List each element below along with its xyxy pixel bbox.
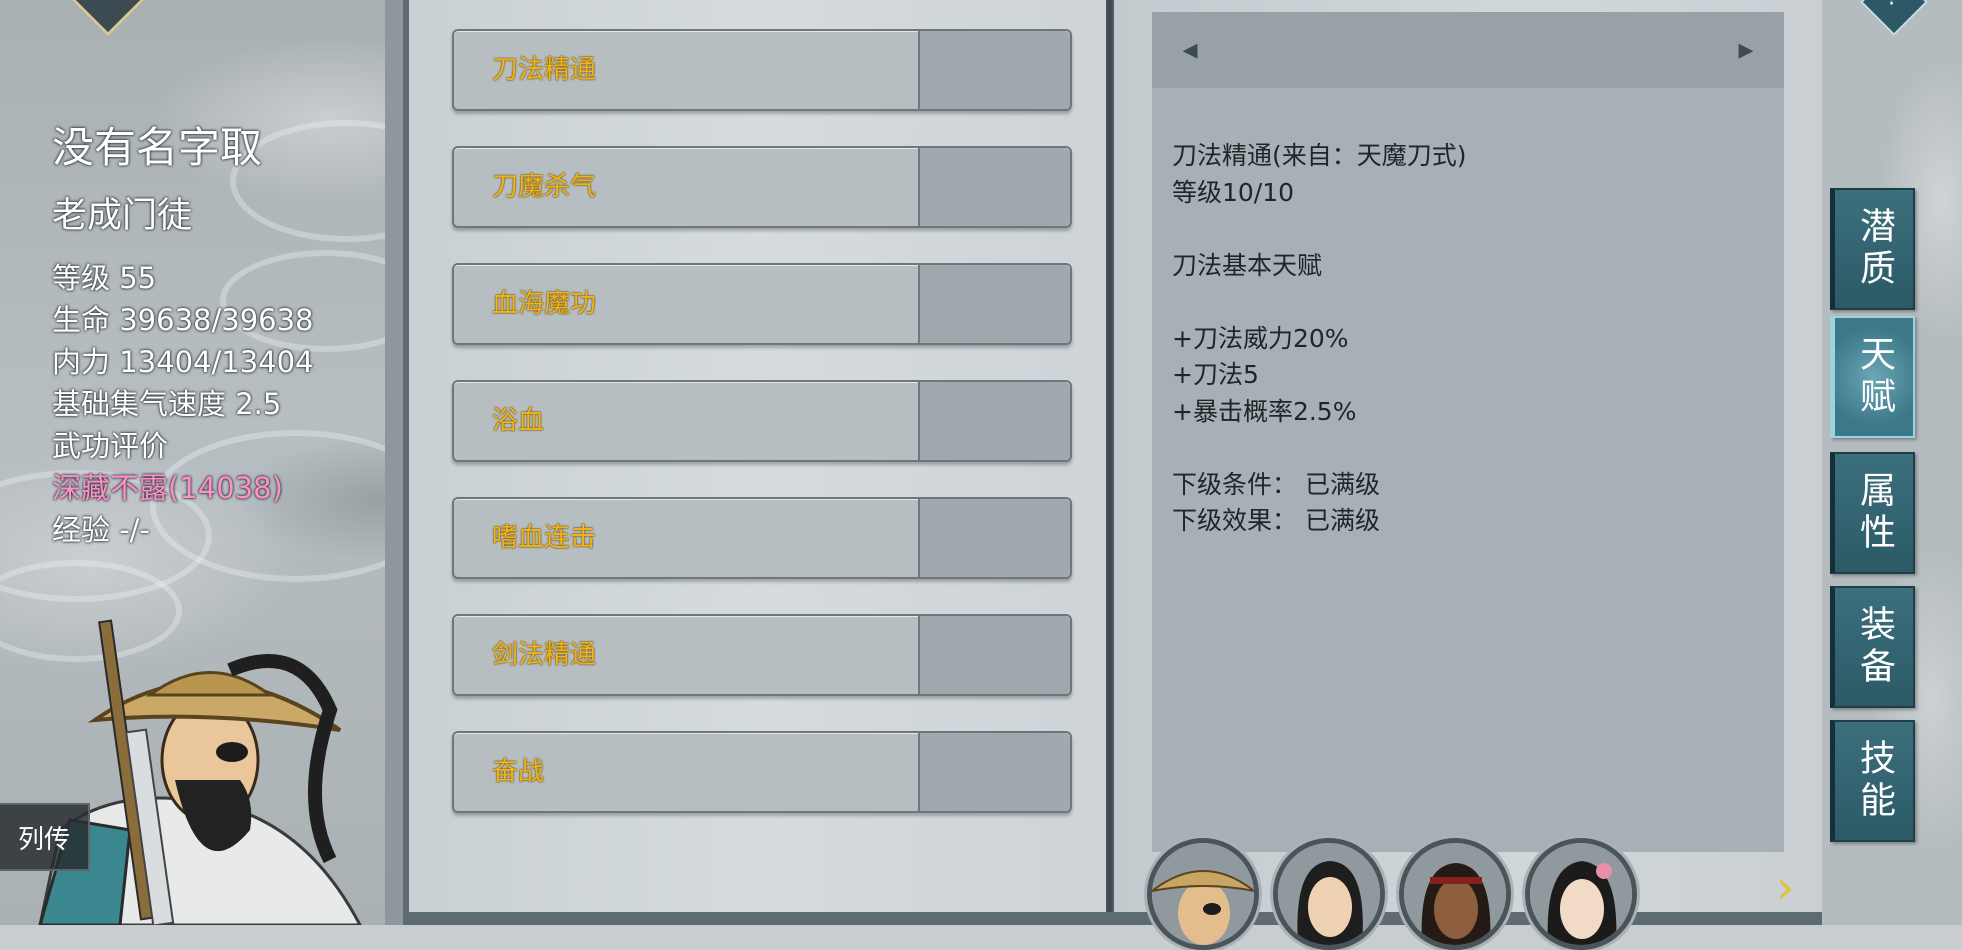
talent-slot <box>918 31 1070 109</box>
party-member-portrait[interactable] <box>1147 838 1259 950</box>
talent-item[interactable]: 浴血 <box>452 380 1072 462</box>
detail-header: ◂ ▸ <box>1152 12 1784 88</box>
talent-slot <box>918 265 1070 343</box>
talent-detail-panel: ◂ ▸ 刀法精通(来自：天魔刀式) 等级10/10 刀法基本天赋 +刀法威力20… <box>1152 12 1784 852</box>
tab-equipment[interactable]: 装备 <box>1830 586 1915 708</box>
help-glyph: ? <box>1886 0 1898 11</box>
prev-arrow-icon[interactable]: ◂ <box>1172 32 1208 68</box>
party-member-portrait[interactable] <box>1399 838 1511 950</box>
rating-label: 武功评价 <box>52 429 169 463</box>
detail-spacer <box>1172 284 1762 321</box>
talent-name: 嗜血连击 <box>492 523 597 553</box>
detail-text: 刀法精通(来自：天魔刀式) 等级10/10 刀法基本天赋 +刀法威力20% +刀… <box>1172 138 1762 540</box>
talent-name: 刀法精通 <box>492 55 597 85</box>
party-member-portrait[interactable] <box>1525 838 1637 950</box>
next-arrow-icon[interactable]: ▸ <box>1728 32 1764 68</box>
talent-item[interactable]: 剑法精通 <box>452 614 1072 696</box>
tab-label: 技能 <box>1854 739 1895 823</box>
talent-name: 刀魔杀气 <box>492 172 597 202</box>
hp-text: 生命 39638/39638 <box>52 303 314 337</box>
party-member-avatar <box>1404 843 1506 945</box>
detail-next-condition: 下级条件： 已满级 <box>1172 469 1380 499</box>
rating-value: 深藏不露(14038) <box>52 471 283 505</box>
tab-potential[interactable]: 潜质 <box>1830 188 1915 310</box>
detail-next-effect: 下级效果： 已满级 <box>1172 506 1380 535</box>
detail-title: 刀法精通(来自：天魔刀式) <box>1172 141 1467 170</box>
talent-item[interactable]: 奋战 <box>452 731 1072 813</box>
qi-speed-text: 基础集气速度 2.5 <box>52 387 282 421</box>
party-member-avatar <box>1278 843 1380 945</box>
party-member-avatar <box>1152 843 1254 945</box>
detail-category: 刀法基本天赋 <box>1172 250 1323 280</box>
mp-text: 内力 13404/13404 <box>52 345 314 379</box>
talent-slot <box>918 733 1070 811</box>
character-name: 没有名字取 <box>52 123 263 172</box>
emblem-icon <box>65 0 151 37</box>
talent-name: 血海魔功 <box>492 289 597 319</box>
talent-name: 奋战 <box>492 757 545 787</box>
tab-label: 属性 <box>1854 471 1895 555</box>
talent-item[interactable]: 嗜血连击 <box>452 497 1072 579</box>
detail-effect: +刀法威力20% <box>1172 323 1349 353</box>
tab-label: 装备 <box>1854 605 1895 689</box>
exp-text: 经验 -/- <box>52 513 150 547</box>
talent-slot <box>918 499 1070 577</box>
bio-button[interactable]: 列传 <box>0 803 90 871</box>
talent-slot <box>918 616 1070 694</box>
talent-slot <box>918 148 1070 226</box>
party-member-portrait[interactable] <box>1273 838 1385 950</box>
talent-item[interactable]: 刀魔杀气 <box>452 146 1072 228</box>
tab-label: 天赋 <box>1854 335 1895 419</box>
detail-spacer <box>1172 430 1762 467</box>
tab-attributes[interactable]: 属性 <box>1830 452 1915 574</box>
detail-effect: +暴击概率2.5% <box>1172 396 1357 426</box>
talent-name: 浴血 <box>492 406 545 436</box>
talent-slot <box>918 382 1070 460</box>
character-panel: 没有名字取 老成门徒 等级 55 生命 39638/39638 内力 13404… <box>0 0 400 925</box>
detail-level: 等级10/10 <box>1172 177 1295 207</box>
detail-spacer <box>1172 211 1762 248</box>
talent-item[interactable]: 刀法精通 <box>452 29 1072 111</box>
tab-skills[interactable]: 技能 <box>1830 720 1915 842</box>
character-title: 老成门徒 <box>52 196 193 236</box>
tab-talent[interactable]: 天赋 <box>1830 316 1915 438</box>
book-spine <box>1106 0 1114 925</box>
detail-effect: +刀法5 <box>1172 360 1259 389</box>
tab-label: 潜质 <box>1854 207 1895 291</box>
party-member-avatar <box>1530 843 1632 945</box>
level-text: 等级 55 <box>52 261 157 295</box>
talent-item[interactable]: 血海魔功 <box>452 263 1072 345</box>
character-portrait <box>38 619 362 925</box>
talent-name: 剑法精通 <box>492 640 597 670</box>
party-next-icon[interactable]: › <box>1776 862 1794 912</box>
